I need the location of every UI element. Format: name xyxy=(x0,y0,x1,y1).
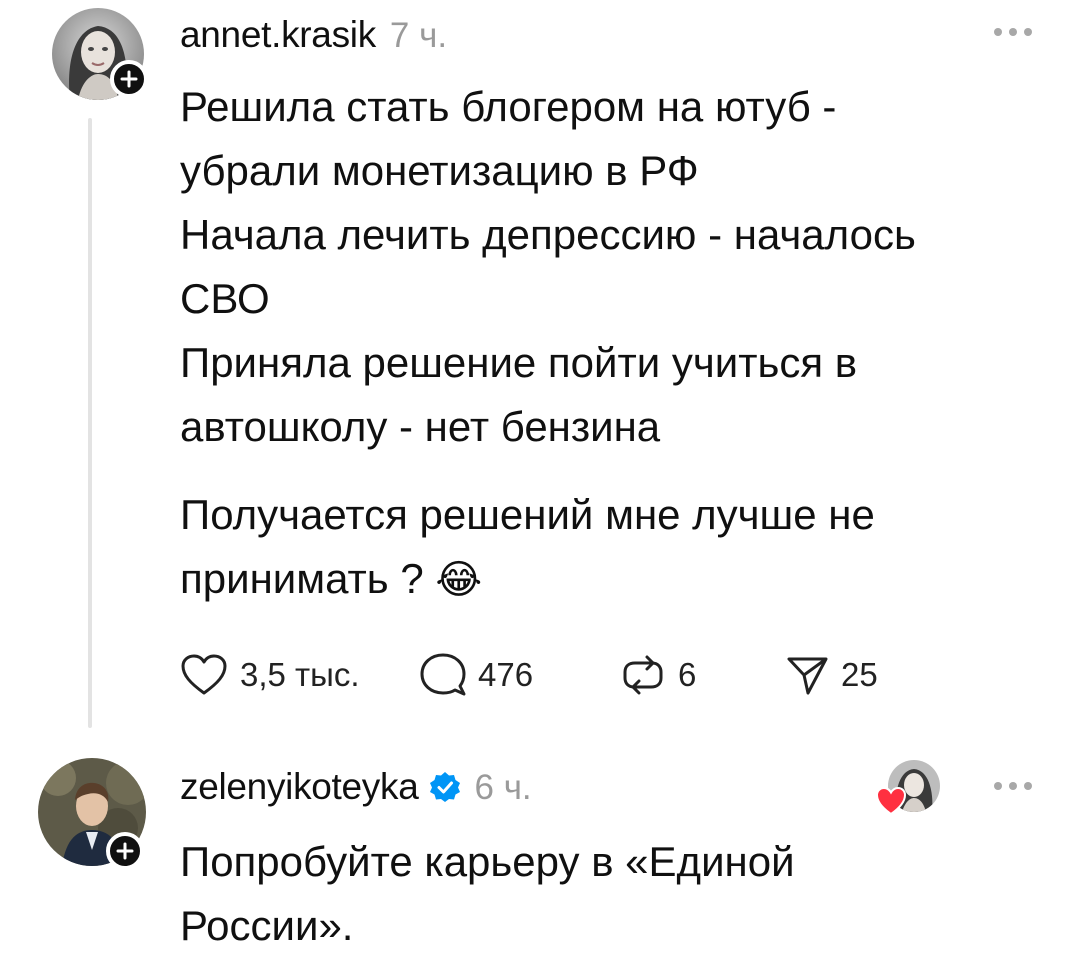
heart-icon xyxy=(181,654,227,695)
username[interactable]: zelenyikoteyka xyxy=(180,766,419,808)
comment-line: Получается решений мне лучше не xyxy=(180,491,875,538)
author-avatar-wrap[interactable] xyxy=(38,758,146,870)
more-options-icon[interactable] xyxy=(994,782,1032,790)
share-button[interactable]: 25 xyxy=(785,653,878,697)
comment-line: Начала лечить депрессию - началось xyxy=(180,211,916,258)
send-icon xyxy=(787,657,828,695)
username[interactable]: annet.krasik xyxy=(180,14,376,56)
comment-line: России». xyxy=(180,902,354,949)
comment-annet-krasik: annet.krasik 7 ч. Решила стать блогером … xyxy=(0,0,1080,740)
comment-line: автошколу - нет бензина xyxy=(180,403,661,450)
comment-body: Попробуйте карьеру в «Единой России». xyxy=(180,830,1040,958)
reply-count: 476 xyxy=(478,656,534,693)
verified-badge-icon xyxy=(429,772,460,802)
comment-line: Приняла решение пойти учиться в xyxy=(180,339,858,386)
red-heart-icon xyxy=(876,786,906,816)
like-button[interactable]: 3,5 тыс. xyxy=(180,653,420,697)
follow-plus-icon[interactable] xyxy=(110,60,148,98)
comment-line-text: принимать ? xyxy=(180,555,424,602)
comment-header: zelenyikoteyka 6 ч. xyxy=(180,766,532,808)
more-options-icon[interactable] xyxy=(994,28,1032,36)
comment-body: Решила стать блогером на ютуб - убрали м… xyxy=(180,75,1040,612)
thread-line xyxy=(88,118,92,728)
action-bar: 3,5 тыс. 476 6 25 xyxy=(180,650,878,700)
comment-line-last: принимать ? 😂 xyxy=(180,547,1040,612)
share-count: 25 xyxy=(841,656,878,693)
comment-zelenyikoteyka: zelenyikoteyka 6 ч. Попробуйте карьеру в… xyxy=(0,750,1080,965)
reply-button[interactable]: 476 xyxy=(420,652,620,698)
timestamp: 6 ч. xyxy=(474,768,532,807)
comment-bubble-icon xyxy=(420,653,466,696)
laughing-emoji-icon: 😂 xyxy=(435,557,483,603)
follow-plus-icon[interactable] xyxy=(106,832,144,870)
comment-line: Решила стать блогером на ютуб - xyxy=(180,83,837,130)
comment-line: СВО xyxy=(180,275,270,322)
comment-line: Попробуйте карьеру в «Единой xyxy=(180,838,795,885)
repost-icon xyxy=(623,655,663,695)
author-avatar-wrap[interactable] xyxy=(52,8,148,100)
repost-button[interactable]: 6 xyxy=(620,653,785,697)
timestamp: 7 ч. xyxy=(389,16,448,55)
like-count: 3,5 тыс. xyxy=(240,656,360,693)
repost-count: 6 xyxy=(678,656,697,693)
comment-line: убрали монетизацию в РФ xyxy=(180,147,699,194)
comment-header: annet.krasik 7 ч. xyxy=(180,14,447,56)
